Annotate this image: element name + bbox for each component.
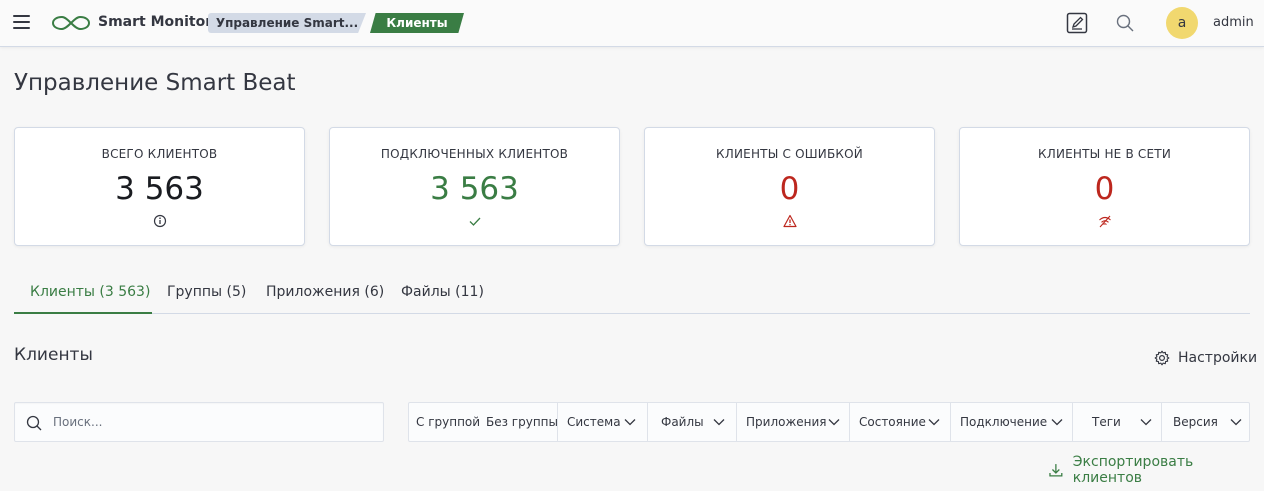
stat-label: КЛИЕНТЫ НЕ В СЕТИ bbox=[1038, 147, 1171, 161]
tabs-bar: Клиенты (3 563) Группы (5) Приложения (6… bbox=[14, 275, 1250, 314]
username[interactable]: admin bbox=[1213, 15, 1254, 30]
filter-label: Версия bbox=[1173, 415, 1218, 429]
stat-card-connected-clients: ПОДКЛЮЧЕННЫХ КЛИЕНТОВ 3 563 bbox=[329, 127, 620, 246]
tab-files[interactable]: Файлы (11) bbox=[401, 275, 484, 314]
stat-label: КЛИЕНТЫ С ОШИБКОЙ bbox=[716, 147, 863, 161]
stat-card-total-clients: ВСЕГО КЛИЕНТОВ 3 563 bbox=[14, 127, 305, 246]
filter-label: Состояние bbox=[859, 415, 926, 429]
breadcrumb-clients: Клиенты bbox=[370, 13, 464, 33]
export-clients-button[interactable]: Экспортировать клиентов bbox=[1048, 454, 1264, 486]
edit-button[interactable] bbox=[1065, 11, 1089, 35]
stat-card-error-clients: КЛИЕНТЫ С ОШИБКОЙ 0 bbox=[644, 127, 935, 246]
menu-icon[interactable] bbox=[13, 15, 30, 29]
chevron-down-icon bbox=[1051, 419, 1063, 426]
search-icon bbox=[26, 415, 42, 431]
header-search-button[interactable] bbox=[1113, 11, 1137, 35]
stat-label: ВСЕГО КЛИЕНТОВ bbox=[101, 147, 218, 161]
filter-label: Файлы bbox=[661, 415, 704, 429]
filter-files-dropdown[interactable]: Файлы bbox=[648, 403, 737, 441]
filter-connection-dropdown[interactable]: Подключение bbox=[951, 403, 1073, 441]
stat-value: 0 bbox=[1094, 171, 1115, 207]
chevron-down-icon bbox=[713, 419, 725, 426]
filter-label: Приложения bbox=[746, 415, 827, 429]
settings-button[interactable]: Настройки bbox=[1154, 348, 1257, 368]
check-icon bbox=[469, 217, 480, 226]
app-title[interactable]: Smart Monitor bbox=[98, 14, 212, 30]
chevron-down-icon bbox=[928, 419, 940, 426]
filter-bar: С группой Без группы Система Файлы Прило… bbox=[408, 402, 1250, 442]
stat-value: 3 563 bbox=[115, 171, 204, 207]
download-icon bbox=[1049, 464, 1063, 477]
filter-system-dropdown[interactable]: Система bbox=[558, 403, 648, 441]
page-title: Управление Smart Beat bbox=[14, 70, 296, 96]
breadcrumb-smart-beat[interactable]: Управление Smart... bbox=[208, 13, 366, 33]
chevron-down-icon bbox=[1230, 419, 1242, 426]
filter-label: Система bbox=[567, 415, 621, 429]
filter-label: Теги bbox=[1092, 415, 1121, 429]
infinity-logo-icon[interactable] bbox=[50, 13, 92, 33]
user-avatar[interactable]: a bbox=[1166, 7, 1198, 39]
tab-clients[interactable]: Клиенты (3 563) bbox=[14, 275, 152, 314]
tab-groups[interactable]: Группы (5) bbox=[167, 275, 246, 314]
offline-icon bbox=[1098, 215, 1111, 228]
section-title: Клиенты bbox=[14, 345, 93, 365]
filter-state-dropdown[interactable]: Состояние bbox=[850, 403, 951, 441]
tab-applications[interactable]: Приложения (6) bbox=[266, 275, 384, 314]
filter-version-dropdown[interactable]: Версия bbox=[1162, 403, 1249, 441]
filter-with-group-button[interactable]: С группой bbox=[416, 403, 480, 441]
stat-value: 3 563 bbox=[430, 171, 519, 207]
clients-search bbox=[14, 402, 384, 442]
search-input[interactable] bbox=[53, 403, 373, 441]
top-header: Smart Monitor Управление Smart... Клиент… bbox=[0, 0, 1264, 47]
stat-value: 0 bbox=[779, 171, 800, 207]
gear-icon bbox=[1154, 350, 1170, 366]
settings-label: Настройки bbox=[1178, 350, 1258, 366]
chevron-down-icon bbox=[624, 419, 636, 426]
search-icon bbox=[1116, 14, 1134, 32]
info-icon bbox=[153, 214, 166, 228]
filter-without-group-button[interactable]: Без группы bbox=[486, 403, 558, 441]
filter-label: Подключение bbox=[960, 415, 1048, 429]
export-label: Экспортировать клиентов bbox=[1072, 454, 1194, 486]
chevron-down-icon bbox=[1140, 419, 1152, 426]
stat-card-offline-clients: КЛИЕНТЫ НЕ В СЕТИ 0 bbox=[959, 127, 1250, 246]
chevron-down-icon bbox=[828, 419, 840, 426]
stat-label: ПОДКЛЮЧЕННЫХ КЛИЕНТОВ bbox=[380, 147, 569, 161]
warning-icon bbox=[782, 214, 797, 228]
edit-icon bbox=[1066, 12, 1088, 34]
filter-applications-dropdown[interactable]: Приложения bbox=[737, 403, 850, 441]
filter-tags-dropdown[interactable]: Теги bbox=[1073, 403, 1162, 441]
